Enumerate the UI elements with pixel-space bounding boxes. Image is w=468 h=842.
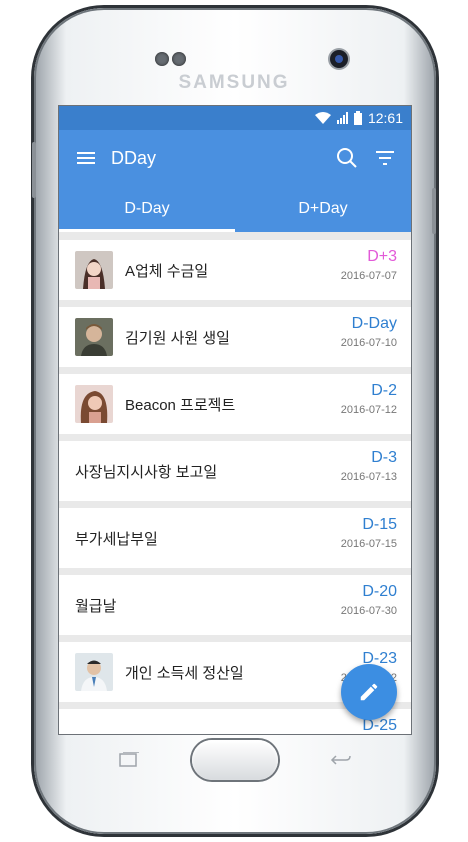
back-icon[interactable] <box>330 752 352 768</box>
item-date: 2016-07-13 <box>340 471 397 483</box>
search-icon[interactable] <box>335 146 359 170</box>
screen: 12:61 DDay D-Day D+Day A업체 수금일 D+3 2016-… <box>58 105 412 735</box>
sensor-dot <box>155 52 169 66</box>
list-item[interactable]: Beacon 프로젝트 D-2 2016-07-12 <box>59 374 411 434</box>
list-item[interactable]: A업체 수금일 D+3 2016-07-07 <box>59 240 411 300</box>
status-time: 12:61 <box>367 110 403 126</box>
recent-apps-icon[interactable] <box>118 752 140 768</box>
item-date: 2016-07-07 <box>340 270 397 282</box>
tab-dday[interactable]: D-Day <box>59 186 235 232</box>
volume-button <box>32 142 36 198</box>
tab-dplusday[interactable]: D+Day <box>235 186 411 232</box>
app-title: DDay <box>111 147 157 168</box>
brand-logo: SAMSUNG <box>178 72 290 93</box>
dday-list: A업체 수금일 D+3 2016-07-07 김기원 사원 생일 D-Day 2… <box>59 232 411 734</box>
status-bar: 12:61 <box>59 106 411 130</box>
home-button[interactable] <box>192 740 278 780</box>
pencil-icon <box>360 683 378 701</box>
dday-value: D-20 <box>362 583 397 600</box>
item-date: 2016-07-15 <box>340 538 397 550</box>
tab-indicator <box>59 229 235 232</box>
list-item[interactable]: 김기원 사원 생일 D-Day 2016-07-10 <box>59 307 411 367</box>
app-bar: DDay <box>59 130 411 186</box>
item-date: 2016-07-12 <box>340 404 397 416</box>
item-date: 2016-07-30 <box>340 605 397 617</box>
filter-icon[interactable] <box>373 146 397 170</box>
signal-icon <box>336 112 348 124</box>
dday-value: D-2 <box>371 382 397 399</box>
list-item[interactable]: 사장님지시사항 보고일 D-3 2016-07-13 <box>59 441 411 501</box>
dday-value: D-Day <box>351 315 397 332</box>
dday-value: D-15 <box>362 516 397 533</box>
dday-value: D+3 <box>367 248 397 265</box>
power-button <box>432 188 436 234</box>
avatar <box>75 385 113 423</box>
avatar <box>75 318 113 356</box>
item-date: 2016-07-10 <box>340 337 397 349</box>
front-camera <box>330 50 348 68</box>
tab-bar: D-Day D+Day <box>59 186 411 232</box>
list-item[interactable]: 부가세납부일 D-15 2016-07-15 <box>59 508 411 568</box>
avatar <box>75 251 113 289</box>
wifi-icon <box>314 112 331 124</box>
list-item[interactable]: 월급날 D-20 2016-07-30 <box>59 575 411 635</box>
dday-value: D-3 <box>371 449 397 466</box>
battery-icon <box>353 111 362 125</box>
sensor-dot <box>172 52 186 66</box>
avatar <box>75 653 113 691</box>
menu-icon[interactable] <box>77 152 95 164</box>
add-edit-fab[interactable] <box>341 664 397 720</box>
